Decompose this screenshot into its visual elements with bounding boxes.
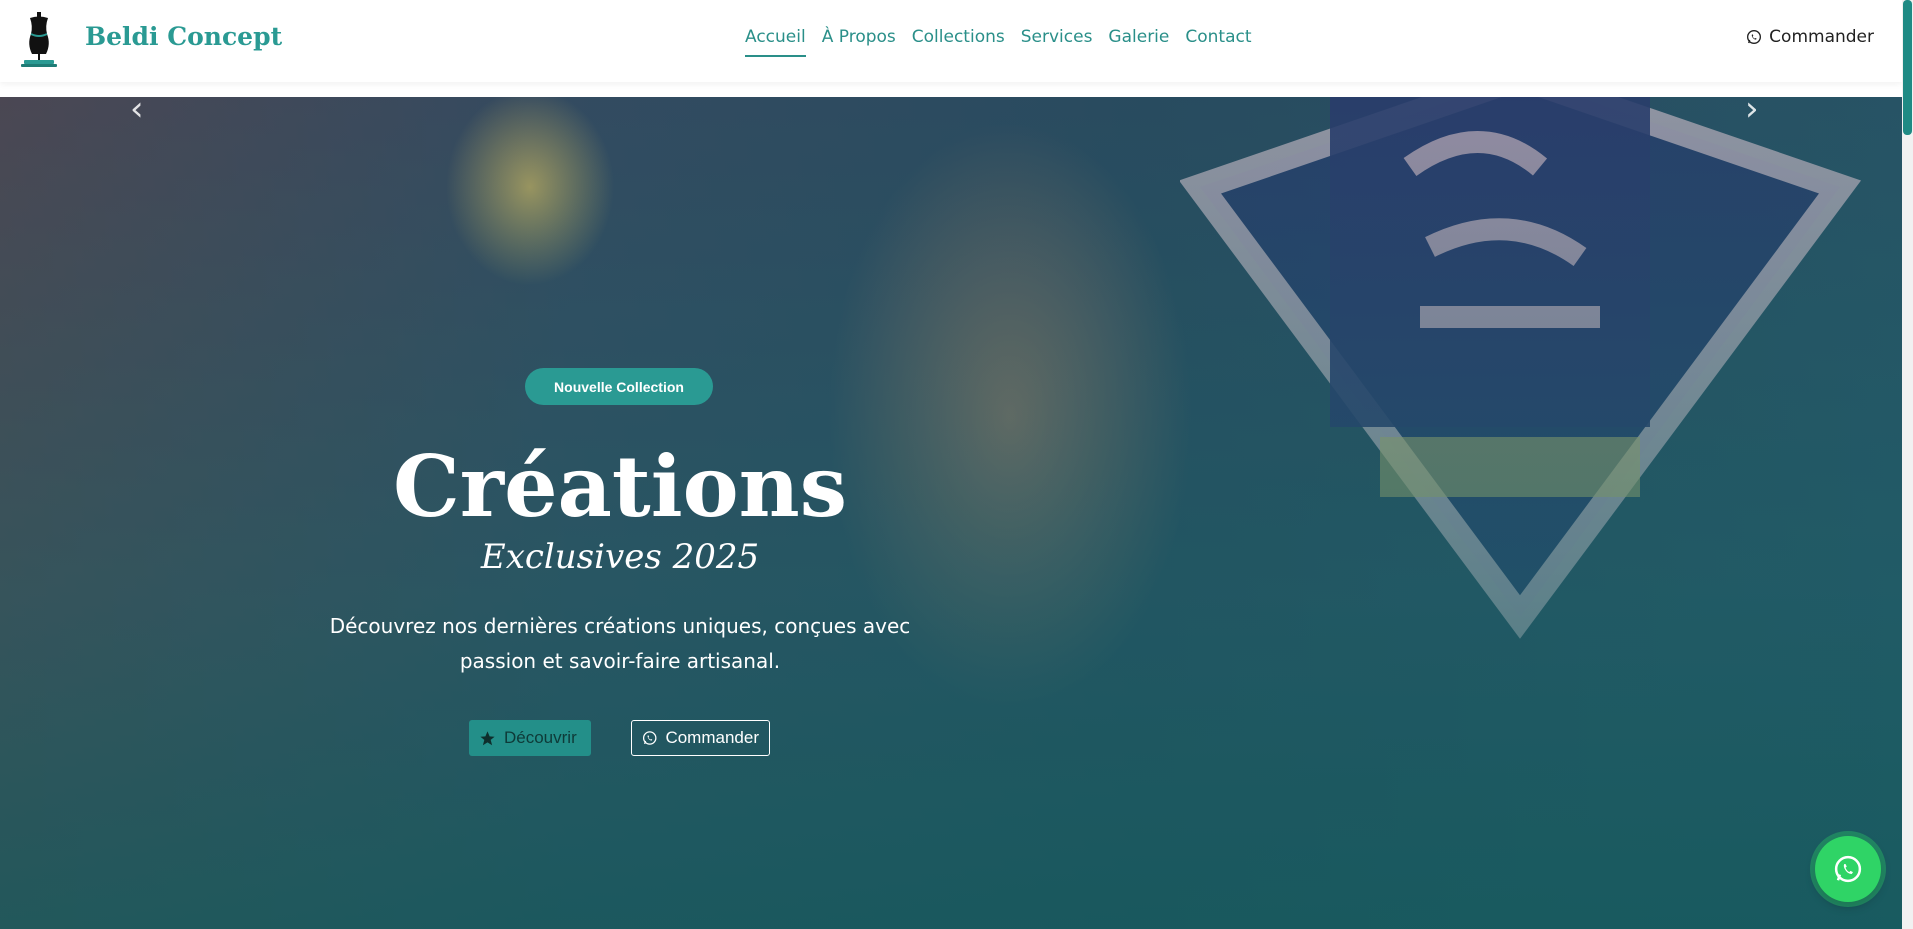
hero-title: Créations [392,437,848,536]
chevron-right-icon[interactable]: › [1745,97,1759,129]
nav-item-galerie[interactable]: Galerie [1108,27,1169,57]
hero-subtitle: Exclusives 2025 [480,537,760,577]
nav-item-services[interactable]: Services [1021,27,1093,57]
new-collection-badge: Nouvelle Collection [525,368,713,405]
star-icon [480,730,495,745]
nav-item-a-propos[interactable]: À Propos [822,27,896,57]
nav-item-accueil[interactable]: Accueil [745,27,806,57]
whatsapp-icon [1747,30,1762,44]
whatsapp-icon [1834,855,1862,883]
whatsapp-icon [642,731,657,745]
hero-description: Découvrez nos dernières créations unique… [329,614,911,673]
scrollbar-thumb[interactable] [1903,0,1912,135]
nav-item-contact[interactable]: Contact [1185,27,1251,57]
main-nav: Accueil À Propos Collections Services Ga… [745,27,1252,57]
discover-button-label: Découvrir [504,728,577,747]
header-order-label: Commander [1769,27,1874,47]
site-header: Beldi Concept Accueil À Propos Collectio… [0,0,1902,82]
dress-form-logo-icon[interactable] [18,12,60,68]
order-button-label: Commander [665,728,759,747]
chevron-left-icon[interactable]: ‹ [130,97,144,129]
hero-overlay [0,97,1902,929]
header-order-button[interactable]: Commander [1746,27,1874,47]
page-scrollbar[interactable] [1902,0,1913,929]
hero-carousel: ‹ › Nouvelle Collection Créations Exclus… [0,97,1902,929]
order-button[interactable]: Commander [631,720,770,756]
discover-button[interactable]: Découvrir [469,720,591,756]
brand-name[interactable]: Beldi Concept [85,22,282,51]
whatsapp-floating-button[interactable] [1815,836,1881,902]
nav-item-collections[interactable]: Collections [912,27,1005,57]
